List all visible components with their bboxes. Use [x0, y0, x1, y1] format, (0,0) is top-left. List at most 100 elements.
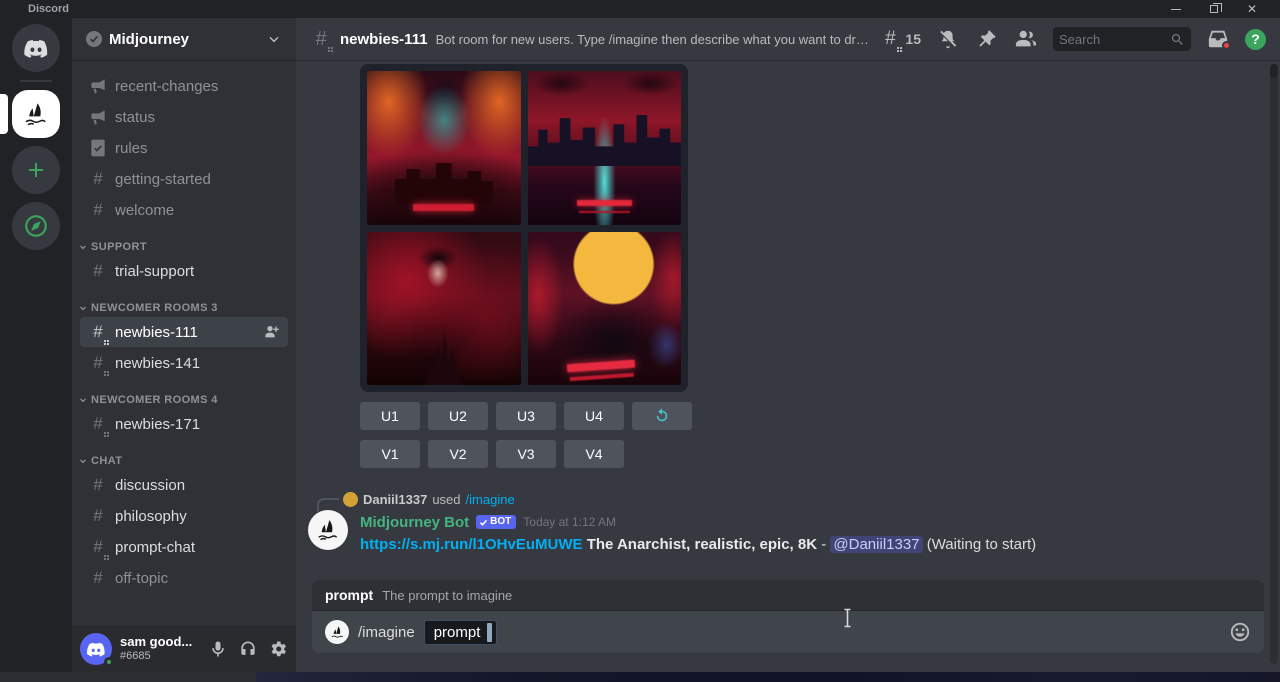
- autocomplete-option[interactable]: prompt: [325, 587, 373, 603]
- generated-image-2: [528, 71, 682, 225]
- bot-badge: BOT: [476, 515, 516, 529]
- search-box: [1053, 27, 1191, 51]
- server-rail: [0, 18, 72, 672]
- hash-icon: #: [88, 506, 108, 526]
- channel-sidebar: Midjourney recent-changesstatusrules#get…: [72, 18, 296, 672]
- channel-topic[interactable]: Bot room for new users. Type /imagine th…: [436, 32, 871, 47]
- hash-badge-icon: #: [88, 414, 108, 434]
- upscale-button-u3[interactable]: U3: [496, 402, 556, 430]
- hash-badge-icon: #: [88, 537, 108, 557]
- user-mention[interactable]: @Daniil1337: [830, 536, 922, 553]
- channel-newbies-141[interactable]: #newbies-141: [80, 348, 288, 378]
- rules-icon: [88, 138, 108, 158]
- prompt-option-chip[interactable]: prompt: [424, 620, 498, 645]
- reply-author[interactable]: Daniil1337: [363, 492, 427, 507]
- announcement-icon: [88, 76, 108, 96]
- channel-rules[interactable]: rules: [80, 133, 288, 163]
- help-icon[interactable]: ?: [1245, 29, 1266, 50]
- message-content: https://s.mj.run/l1OHvEuMUWE The Anarchi…: [360, 535, 1260, 555]
- user-tools: [208, 639, 288, 659]
- channel-welcome[interactable]: # welcome: [80, 195, 288, 225]
- chevron-down-icon: [266, 31, 282, 47]
- category-newcomer-rooms-4[interactable]: NEWCOMER ROOMS 4: [72, 394, 296, 406]
- app-title: Discord: [28, 3, 69, 15]
- restore-icon: [1210, 5, 1218, 13]
- upscale-button-u4[interactable]: U4: [564, 402, 624, 430]
- category-newcomer-rooms-3[interactable]: NEWCOMER ROOMS 3: [72, 302, 296, 314]
- channel-status[interactable]: status: [80, 102, 288, 132]
- username: sam good...: [120, 635, 200, 650]
- channel-newbies-171[interactable]: #newbies-171: [80, 409, 288, 439]
- rerun-button[interactable]: [632, 402, 692, 430]
- bot-avatar[interactable]: [308, 510, 348, 550]
- message-body: Midjourney Bot BOT Today at 1:12 AM http…: [296, 512, 1260, 555]
- chat-column: # newbies-111 Bot room for new users. Ty…: [296, 18, 1280, 672]
- message-timestamp: Today at 1:12 AM: [523, 515, 616, 529]
- channel-label: welcome: [115, 202, 174, 219]
- maximize-button[interactable]: [1208, 3, 1220, 15]
- channel-hash-icon: #: [310, 28, 332, 50]
- user-panel[interactable]: sam good... #6685: [72, 626, 296, 672]
- chevron-down-icon: [78, 456, 88, 466]
- bottom-taskbar-strip: [0, 672, 1280, 682]
- user-discriminator: #6685: [120, 650, 200, 663]
- channel-recent-changes[interactable]: recent-changes: [80, 71, 288, 101]
- message: Daniil1337 used /imagine Midjourney Bot …: [296, 490, 1260, 555]
- generated-image-grid[interactable]: [360, 64, 688, 392]
- close-button[interactable]: ✕: [1246, 3, 1258, 15]
- headphones-icon[interactable]: [238, 639, 258, 659]
- hash-badge-dots: [328, 47, 330, 49]
- settings-gear-icon[interactable]: [268, 639, 288, 659]
- channel-newbies-111[interactable]: #newbies-111: [80, 317, 288, 347]
- upscale-button-u2[interactable]: U2: [428, 402, 488, 430]
- app-body: Midjourney recent-changesstatusrules#get…: [0, 18, 1280, 672]
- member-list-icon[interactable]: [1014, 27, 1038, 51]
- variation-button-v4[interactable]: V4: [564, 440, 624, 468]
- hash-icon: #: [88, 200, 108, 220]
- search-input[interactable]: [1059, 32, 1166, 47]
- inbox-icon[interactable]: [1206, 27, 1230, 51]
- minimize-button[interactable]: [1170, 3, 1182, 15]
- message-input-bar[interactable]: /imagine prompt: [312, 611, 1264, 653]
- rail-item-explore-servers[interactable]: [12, 202, 60, 250]
- category-chat[interactable]: CHAT: [72, 455, 296, 467]
- variation-button-v3[interactable]: V3: [496, 440, 556, 468]
- inbox-unread-badge: [1222, 41, 1231, 50]
- chat-scrollbar[interactable]: [1270, 64, 1278, 664]
- rail-item-midjourney-server[interactable]: [12, 90, 60, 138]
- user-avatar[interactable]: [80, 633, 112, 665]
- channel-philosophy[interactable]: #philosophy: [80, 501, 288, 531]
- pinned-messages-icon[interactable]: [975, 27, 999, 51]
- channel-label: newbies-111: [115, 324, 198, 341]
- variation-button-v1[interactable]: V1: [360, 440, 420, 468]
- chevron-down-icon: [78, 242, 88, 252]
- channel-discussion[interactable]: #discussion: [80, 470, 288, 500]
- rail-item-add-server[interactable]: [12, 146, 60, 194]
- verified-badge-icon: [86, 31, 102, 47]
- bot-author-name[interactable]: Midjourney Bot: [360, 514, 469, 531]
- search-icon: [1170, 32, 1185, 47]
- emoji-picker-icon[interactable]: [1229, 621, 1251, 643]
- hash-icon: #: [88, 169, 108, 189]
- category-support[interactable]: SUPPORT: [72, 241, 296, 253]
- channel-trial-support[interactable]: #trial-support: [80, 256, 288, 286]
- job-link[interactable]: https://s.mj.run/l1OHvEuMUWE: [360, 536, 583, 553]
- composer: prompt The prompt to imagine /imagine pr…: [312, 580, 1264, 653]
- threads-button[interactable]: # 15: [878, 27, 921, 51]
- variation-button-v2[interactable]: V2: [428, 440, 488, 468]
- waiting-status: (Waiting to start): [927, 536, 1036, 553]
- reply-user-avatar[interactable]: [343, 492, 358, 507]
- rail-item-discord-home[interactable]: [12, 24, 60, 72]
- channel-off-topic[interactable]: #off-topic: [80, 563, 288, 593]
- server-header[interactable]: Midjourney: [72, 18, 296, 60]
- notifications-muted-icon[interactable]: [936, 27, 960, 51]
- reply-command[interactable]: /imagine: [466, 492, 515, 507]
- create-invite-icon[interactable]: [264, 324, 280, 340]
- microphone-icon[interactable]: [208, 639, 228, 659]
- autocomplete-popup[interactable]: prompt The prompt to imagine: [312, 580, 1264, 611]
- slash-command-label: /imagine: [358, 624, 415, 641]
- channel-getting-started[interactable]: #getting-started: [80, 164, 288, 194]
- chat-scrollbar-thumb[interactable]: [1270, 64, 1278, 78]
- upscale-button-u1[interactable]: U1: [360, 402, 420, 430]
- channel-prompt-chat[interactable]: #prompt-chat: [80, 532, 288, 562]
